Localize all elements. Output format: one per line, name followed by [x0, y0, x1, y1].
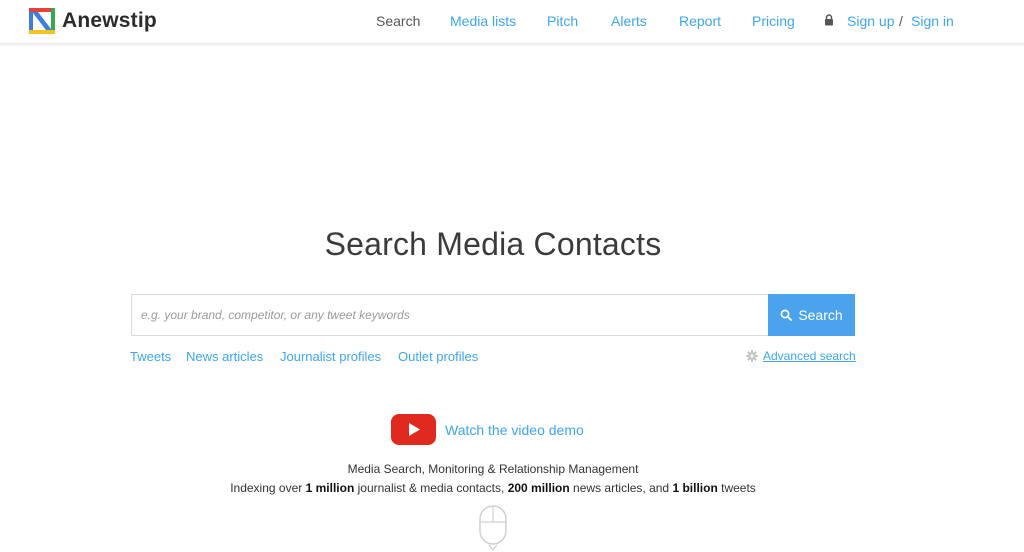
nav-pitch[interactable]: Pitch — [547, 13, 578, 29]
watch-video-link[interactable]: Watch the video demo — [445, 422, 584, 438]
nav-separator: / — [899, 13, 903, 29]
filter-tweets[interactable]: Tweets — [130, 349, 171, 364]
index-stats: Indexing over 1 million journalist & med… — [0, 481, 986, 495]
stats-mid1: journalist & media contacts, — [354, 481, 508, 495]
search-icon — [780, 309, 793, 321]
search-bar: Search — [131, 294, 855, 336]
filter-journalist-profiles[interactable]: Journalist profiles — [280, 349, 381, 364]
nav-pricing[interactable]: Pricing — [752, 13, 795, 29]
stats-mid2: news articles, and — [569, 481, 673, 495]
gear-icon — [746, 350, 758, 362]
brand-name: Anewstip — [62, 9, 157, 32]
search-button-label: Search — [798, 307, 843, 323]
anewstip-logo-icon — [29, 8, 55, 34]
advanced-search-link[interactable]: Advanced search — [763, 349, 856, 363]
nav-search[interactable]: Search — [376, 13, 420, 29]
nav-alerts[interactable]: Alerts — [611, 13, 647, 29]
youtube-play-icon[interactable] — [391, 414, 436, 445]
signin-link[interactable]: Sign in — [911, 13, 954, 29]
stats-articles: 200 million — [507, 481, 570, 495]
stats-tweets: 1 billion — [672, 481, 718, 495]
filter-outlet-profiles[interactable]: Outlet profiles — [398, 349, 478, 364]
stats-prefix: Indexing over — [230, 481, 306, 495]
search-button[interactable]: Search — [768, 294, 855, 336]
page-title: Search Media Contacts — [324, 226, 662, 262]
top-navbar: Anewstip Search Media lists Pitch Alerts… — [0, 0, 1024, 44]
advanced-search: Advanced search — [746, 349, 856, 363]
nav-report[interactable]: Report — [679, 13, 721, 29]
signup-link[interactable]: Sign up — [847, 13, 894, 29]
scroll-mouse-icon — [479, 505, 507, 552]
nav-media-lists[interactable]: Media lists — [450, 13, 516, 29]
stats-journalists: 1 million — [305, 481, 355, 495]
filter-news-articles[interactable]: News articles — [186, 349, 263, 364]
search-input[interactable] — [132, 295, 769, 335]
video-demo: Watch the video demo — [391, 414, 584, 445]
stats-suffix: tweets — [717, 481, 756, 495]
tagline: Media Search, Monitoring & Relationship … — [347, 462, 639, 476]
lock-icon — [825, 14, 833, 26]
logo[interactable]: Anewstip — [28, 7, 157, 35]
